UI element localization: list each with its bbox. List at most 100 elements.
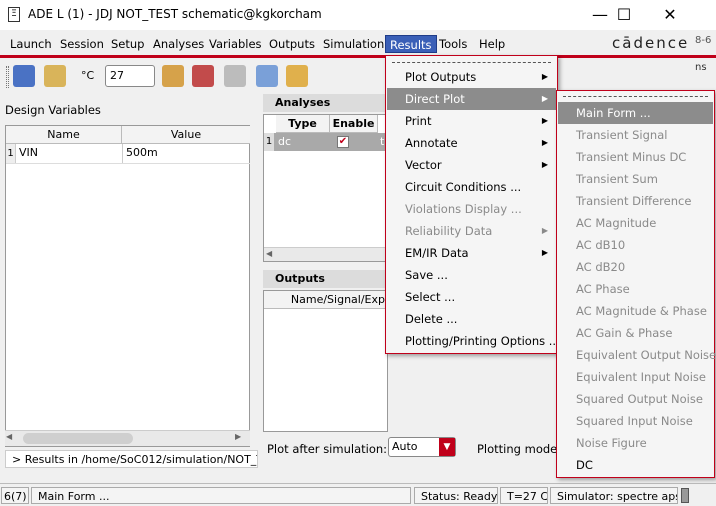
design-variables-title: Design Variables <box>5 103 101 117</box>
stop-icon[interactable] <box>224 65 246 87</box>
outputs-title: Outputs <box>263 270 388 288</box>
status-simulator: Simulator: spectre aps <box>550 487 678 504</box>
menu-outputs[interactable]: Outputs <box>265 35 319 53</box>
resize-grip[interactable] <box>681 488 689 503</box>
results-menu-item-em-ir-data[interactable]: EM/IR Data ▶ <box>387 242 556 264</box>
direct-plot-item-main-form[interactable]: Main Form ... <box>558 102 713 124</box>
menu-item-label: Reliability Data <box>405 224 493 238</box>
menu-simulation[interactable]: Simulation <box>319 35 388 53</box>
load-state-icon[interactable] <box>44 65 66 87</box>
table-row[interactable]: 1 dc ✔ t <box>264 133 387 151</box>
menu-session[interactable]: Session <box>56 35 108 53</box>
results-menu: Plot Outputs ▶ Direct Plot ▶ Print ▶ Annotate ▶… <box>385 55 560 354</box>
results-menu-item-plotting-printing-options[interactable]: Plotting/Printing Options ... <box>387 330 560 352</box>
results-menu-item-select[interactable]: Select ... <box>387 286 556 308</box>
direct-plot-item-transient-minus-dc: Transient Minus DC <box>558 146 713 168</box>
menu-launch[interactable]: Launch <box>6 35 56 53</box>
netlist-run-icon[interactable] <box>192 65 214 87</box>
plotting-mode-label: Plotting mode: <box>477 442 562 456</box>
submenu-arrow-icon: ▶ <box>541 94 548 103</box>
folder-icon[interactable] <box>286 65 308 87</box>
table-row[interactable]: 1 VIN 500m <box>6 144 250 164</box>
results-menu-item-print[interactable]: Print ▶ <box>387 110 556 132</box>
status-message: Main Form ... <box>31 487 411 504</box>
scroll-thumb[interactable] <box>23 433 133 444</box>
submenu-arrow-icon: ▶ <box>541 116 548 125</box>
variable-name[interactable]: VIN <box>19 146 38 159</box>
submenu-arrow-icon: ▶ <box>541 160 548 169</box>
menu-item-label: Direct Plot <box>405 92 465 106</box>
direct-plot-item-noise-figure: Noise Figure <box>558 432 713 454</box>
direct-plot-item-ac-db10: AC dB10 <box>558 234 713 256</box>
results-menu-item-plot-outputs[interactable]: Plot Outputs ▶ <box>387 66 556 88</box>
edit-icon[interactable] <box>256 65 278 87</box>
direct-plot-item-ac-magnitude-phase: AC Magnitude & Phase <box>558 300 713 322</box>
column-header-name[interactable]: Name <box>6 126 122 144</box>
menu-item-label: Transient Signal <box>576 128 668 142</box>
menu-item-label: Transient Sum <box>576 172 658 186</box>
menu-tools[interactable]: Tools <box>435 35 471 53</box>
column-header-enable[interactable]: Enable <box>330 115 378 133</box>
menu-item-label: Save ... <box>405 268 448 282</box>
scroll-right-icon[interactable]: ▶ <box>235 432 247 444</box>
tearoff-line[interactable] <box>392 62 551 63</box>
column-header-type[interactable]: Type <box>276 115 330 133</box>
menu-item-label: Noise Figure <box>576 436 647 450</box>
direct-plot-item-dc[interactable]: DC <box>558 454 713 476</box>
analysis-type[interactable]: dc <box>278 135 291 148</box>
temperature-icon: °C <box>81 69 95 82</box>
analysis-args: t <box>380 135 385 148</box>
menu-variables[interactable]: Variables <box>205 35 266 53</box>
menu-help[interactable]: Help <box>475 35 509 53</box>
enable-checkbox[interactable]: ✔ <box>337 136 349 148</box>
analyses-title: Analyses <box>263 94 388 112</box>
menu-item-label: DC <box>576 458 593 472</box>
plot-after-label: Plot after simulation: <box>267 442 388 456</box>
horizontal-scrollbar[interactable]: ◀ ▶ <box>5 430 250 446</box>
scroll-left-icon[interactable]: ◀ <box>6 432 18 444</box>
column-header-signal[interactable]: Name/Signal/Exp <box>264 291 387 309</box>
menu-item-label: EM/IR Data <box>405 246 469 260</box>
toolbar-grip[interactable] <box>6 66 9 88</box>
tearoff-line[interactable] <box>563 96 708 97</box>
menu-item-label: Transient Minus DC <box>576 150 687 164</box>
results-menu-item-reliability-data: Reliability Data ▶ <box>387 220 556 242</box>
temperature-input[interactable]: 27 <box>105 65 155 87</box>
app-icon[interactable]: Ξ <box>8 7 20 22</box>
direct-plot-item-ac-gain-phase: AC Gain & Phase <box>558 322 713 344</box>
menu-item-label: Equivalent Output Noise <box>576 348 716 362</box>
direct-plot-item-squared-input-noise: Squared Input Noise <box>558 410 713 432</box>
menu-results[interactable]: Results <box>385 35 437 53</box>
results-menu-item-vector[interactable]: Vector ▶ <box>387 154 556 176</box>
edge-label: 8-6 <box>695 35 712 46</box>
direct-plot-item-ac-magnitude: AC Magnitude <box>558 212 713 234</box>
results-menu-item-circuit-conditions[interactable]: Circuit Conditions ... <box>387 176 556 198</box>
plot-after-select[interactable]: Auto ▼ <box>388 437 456 457</box>
setup-model-icon[interactable] <box>162 65 184 87</box>
menu-analyses[interactable]: Analyses <box>149 35 208 53</box>
menu-item-label: Equivalent Input Noise <box>576 370 706 384</box>
cell-divider <box>122 144 123 163</box>
chevron-down-icon[interactable]: ▼ <box>439 438 455 456</box>
results-menu-item-save[interactable]: Save ... <box>387 264 556 286</box>
menu-item-label: AC dB10 <box>576 238 626 252</box>
menu-item-label: Delete ... <box>405 312 458 326</box>
menu-item-label: Squared Output Noise <box>576 392 703 406</box>
menu-item-label: Plotting/Printing Options ... <box>405 334 560 348</box>
menu-setup[interactable]: Setup <box>107 35 148 53</box>
close-icon[interactable]: ✕ <box>647 0 693 30</box>
variable-value[interactable]: 500m <box>126 146 158 159</box>
status-counter: 6(7) <box>1 487 29 504</box>
results-menu-item-annotate[interactable]: Annotate ▶ <box>387 132 556 154</box>
analyses-table: Type Enable 1 dc ✔ t ◀ <box>263 114 388 262</box>
open-session-icon[interactable] <box>13 65 35 87</box>
horizontal-scrollbar[interactable]: ◀ <box>264 247 387 261</box>
direct-plot-item-transient-sum: Transient Sum <box>558 168 713 190</box>
results-menu-item-delete[interactable]: Delete ... <box>387 308 556 330</box>
column-header-value[interactable]: Value <box>122 126 250 144</box>
maximize-icon[interactable]: ☐ <box>601 0 647 30</box>
scroll-left-icon[interactable]: ◀ <box>266 249 272 258</box>
direct-plot-item-transient-signal: Transient Signal <box>558 124 713 146</box>
results-menu-item-direct-plot[interactable]: Direct Plot ▶ <box>387 88 556 110</box>
menu-item-label: Violations Display ... <box>405 202 522 216</box>
